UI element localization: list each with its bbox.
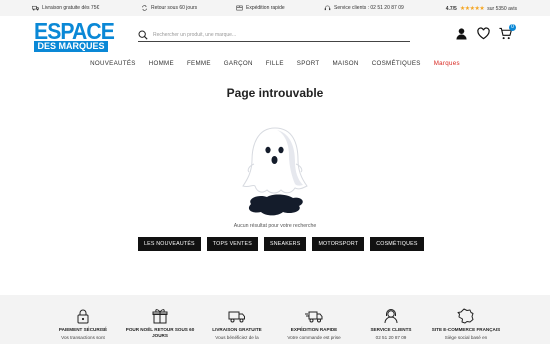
feature-fast-shipping: EXPÉDITION RAPIDE Votre commande est pri… bbox=[276, 308, 352, 340]
headset-icon bbox=[384, 309, 398, 324]
logo-line1: ESPACE bbox=[34, 18, 115, 44]
search-icon[interactable] bbox=[138, 30, 148, 40]
reviews-rating[interactable]: 4.7/5 ★★★★★ sur 5350 avis bbox=[445, 5, 517, 13]
star-rating-icon: ★★★★★ bbox=[459, 6, 485, 12]
no-result-message: Aucun résultat pour votre recherche bbox=[233, 223, 317, 229]
gift-icon bbox=[152, 309, 168, 324]
delivery-truck-icon bbox=[32, 5, 39, 11]
category-button-cosmetiques[interactable]: COSMÉTIQUES bbox=[370, 237, 424, 251]
feature-customer-service: SERVICE CLIENTS 02 51 20 87 09 bbox=[353, 308, 429, 340]
nav-garcon[interactable]: GARÇON bbox=[217, 58, 259, 72]
nav-marques[interactable]: Marques bbox=[427, 58, 466, 72]
free-delivery-text: Livraison gratuite dès 75€ bbox=[42, 5, 100, 11]
returns-info: Retour sous 60 jours bbox=[141, 5, 197, 11]
france-map-icon bbox=[457, 308, 474, 324]
nav-femme[interactable]: FEMME bbox=[180, 58, 217, 72]
feature-subtitle: Vos transactions sont bbox=[61, 334, 105, 340]
reassurance-footer: PAIEMENT SÉCURISÉ Vos transactions sont … bbox=[0, 295, 550, 344]
feature-title: EXPÉDITION RAPIDE bbox=[290, 327, 338, 332]
nav-nouveautes[interactable]: NOUVEAUTÉS bbox=[84, 58, 143, 72]
nav-sport[interactable]: SPORT bbox=[290, 58, 326, 72]
fast-truck-icon bbox=[305, 311, 323, 323]
account-user-icon[interactable] bbox=[455, 27, 468, 40]
feature-title: LIVRAISON GRATUITE bbox=[212, 327, 262, 332]
headset-icon bbox=[324, 5, 331, 11]
site-header: ESPACE DES MARQUES 0 bbox=[0, 16, 550, 58]
header-actions: 0 bbox=[455, 24, 516, 40]
rating-score: 4.7/5 bbox=[445, 5, 457, 12]
feature-subtitle: Siège social basé en bbox=[444, 334, 488, 340]
feature-subtitle: Vous bénéficiez de la bbox=[215, 334, 259, 340]
nav-maison[interactable]: MAISON bbox=[326, 58, 365, 72]
category-button-nouveautes[interactable]: LES NOUVEAUTÉS bbox=[138, 237, 201, 251]
category-button-motorsport[interactable]: MOTORSPORT bbox=[312, 237, 365, 251]
feature-title: PAIEMENT SÉCURISÉ bbox=[58, 327, 108, 332]
reviews-count: sur 5350 avis bbox=[487, 5, 517, 12]
package-icon bbox=[236, 5, 243, 11]
returns-text: Retour sous 60 jours bbox=[151, 5, 198, 11]
nav-cosmetiques[interactable]: COSMÉTIQUES bbox=[365, 58, 427, 72]
main-navigation: NOUVEAUTÉS HOMME FEMME GARÇON FILLE SPOR… bbox=[0, 58, 550, 72]
fast-shipping-text: Expédition rapide bbox=[246, 5, 285, 11]
search-input[interactable] bbox=[153, 31, 403, 38]
nav-homme[interactable]: HOMME bbox=[142, 58, 180, 72]
top-info-bar: Livraison gratuite dès 75€ Retour sous 6… bbox=[0, 0, 550, 16]
customer-service-text[interactable]: Service clients : 02 51 20 87 09 bbox=[334, 5, 404, 11]
page-title: Page introuvable bbox=[226, 86, 324, 100]
category-buttons: LES NOUVEAUTÉS TOPS VENTES SNEAKERS MOTO… bbox=[138, 237, 424, 251]
feature-french-ecommerce: SITE E-COMMERCE FRANÇAIS Siège social ba… bbox=[428, 308, 504, 340]
feature-secure-payment: PAIEMENT SÉCURISÉ Vos transactions sont bbox=[45, 308, 121, 340]
ghost-illustration bbox=[242, 127, 308, 216]
feature-title: SERVICE CLIENTS bbox=[370, 327, 412, 332]
return-arrows-icon bbox=[142, 5, 147, 11]
site-logo[interactable]: ESPACE DES MARQUES bbox=[34, 20, 115, 53]
logo-line2: DES MARQUES bbox=[34, 41, 108, 52]
cart-button[interactable]: 0 bbox=[499, 24, 516, 40]
wishlist-heart-icon[interactable] bbox=[477, 27, 490, 40]
search-bar[interactable] bbox=[138, 28, 410, 42]
feature-free-delivery: LIVRAISON GRATUITE Vous bénéficiez de la bbox=[199, 308, 275, 340]
feature-christmas-returns: POUR NOËL RETOUR SOUS 60 JOURS bbox=[122, 308, 198, 340]
fast-shipping-info: Expédition rapide bbox=[236, 5, 285, 11]
nav-fille[interactable]: FILLE bbox=[259, 58, 290, 72]
free-delivery-info: Livraison gratuite dès 75€ bbox=[32, 5, 99, 11]
category-button-tops-ventes[interactable]: TOPS VENTES bbox=[206, 237, 258, 251]
category-button-sneakers[interactable]: SNEAKERS bbox=[263, 237, 307, 251]
lock-icon bbox=[77, 309, 89, 324]
cart-count-badge: 0 bbox=[509, 24, 516, 31]
feature-title: POUR NOËL RETOUR SOUS 60 JOURS bbox=[125, 327, 195, 338]
feature-subtitle: Votre commande est prise bbox=[287, 334, 341, 340]
feature-title: SITE E-COMMERCE FRANÇAIS bbox=[431, 327, 501, 332]
feature-subtitle: 02 51 20 87 09 bbox=[375, 334, 407, 340]
truck-icon bbox=[228, 311, 245, 323]
customer-service-info[interactable]: Service clients : 02 51 20 87 09 bbox=[324, 5, 404, 11]
